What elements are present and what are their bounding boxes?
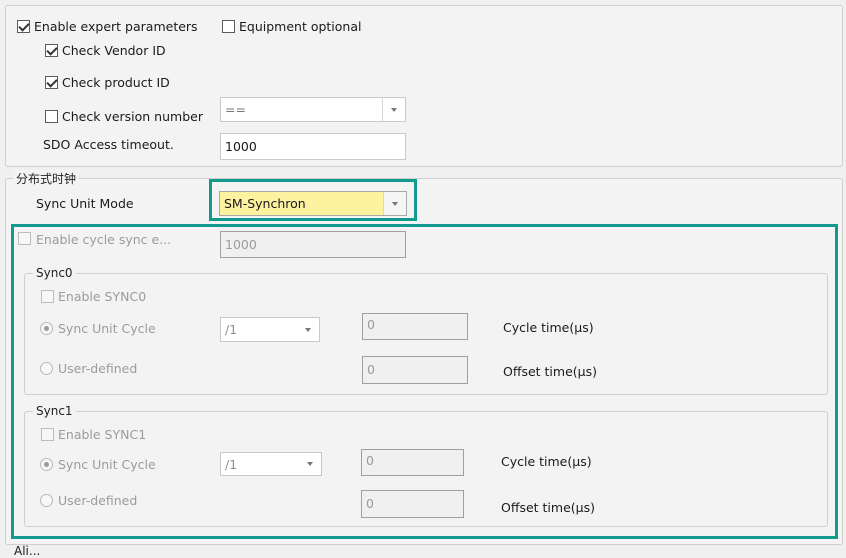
sync1-cycle-time-input[interactable]: 0: [361, 449, 464, 476]
sync-unit-mode-label: Sync Unit Mode: [36, 196, 134, 211]
check-version-number-label: Check version number: [62, 109, 203, 124]
enable-expert-parameters-label: Enable expert parameters: [34, 19, 198, 34]
check-vendor-id-checkbox[interactable]: [45, 44, 58, 57]
sdo-timeout-value: 1000: [225, 139, 257, 154]
check-version-number-checkbox[interactable]: [45, 110, 58, 123]
equipment-optional-label: Equipment optional: [239, 19, 362, 34]
sync1-offset-time-input[interactable]: 0: [361, 490, 464, 518]
sync1-offset-time-value: 0: [366, 496, 374, 511]
chevron-down-icon[interactable]: [383, 192, 406, 215]
sync1-cycle-time-label: Cycle time(µs): [501, 454, 592, 469]
sync0-cycle-time-label: Cycle time(µs): [503, 320, 594, 335]
next-group-title: Ali...: [14, 544, 41, 558]
enable-sync1-label: Enable SYNC1: [58, 427, 147, 442]
sync0-divider-select[interactable]: /1: [220, 317, 320, 342]
sync0-user-defined-radio[interactable]: [40, 362, 53, 375]
enable-cycle-sync-label: Enable cycle sync e...: [36, 232, 172, 247]
sync1-user-defined-radio[interactable]: [40, 494, 53, 507]
sync0-user-defined-label: User-defined: [58, 361, 138, 376]
sync0-divider-value: /1: [225, 322, 238, 337]
sync1-user-defined-label: User-defined: [58, 493, 138, 508]
check-product-id-label: Check product ID: [62, 75, 170, 90]
enable-sync0-label: Enable SYNC0: [58, 289, 147, 304]
version-compare-select[interactable]: ==: [220, 97, 406, 122]
sync0-sync-unit-cycle-label: Sync Unit Cycle: [58, 321, 156, 336]
dc-group-title: 分布式时钟: [13, 170, 80, 187]
cycle-sync-value: 1000: [225, 237, 257, 252]
sync1-offset-time-label: Offset time(µs): [501, 500, 595, 515]
sync0-offset-time-value: 0: [367, 362, 375, 377]
version-compare-value: ==: [225, 102, 246, 117]
enable-sync0-checkbox[interactable]: [41, 290, 54, 303]
enable-cycle-sync-checkbox[interactable]: [18, 232, 31, 245]
chevron-down-icon[interactable]: [382, 98, 405, 121]
cycle-sync-input[interactable]: 1000: [220, 231, 406, 258]
sync0-sync-unit-cycle-radio[interactable]: [40, 322, 53, 335]
equipment-optional-checkbox[interactable]: [222, 20, 235, 33]
sdo-timeout-label: SDO Access timeout.: [43, 137, 174, 152]
sync1-sync-unit-cycle-label: Sync Unit Cycle: [58, 457, 156, 472]
enable-expert-parameters-checkbox[interactable]: [17, 20, 30, 33]
sync0-cycle-time-value: 0: [367, 317, 375, 332]
sdo-timeout-input[interactable]: 1000: [220, 133, 406, 160]
check-vendor-id-label: Check Vendor ID: [62, 43, 166, 58]
sync1-title: Sync1: [33, 404, 76, 418]
sync0-cycle-time-input[interactable]: 0: [362, 313, 468, 340]
sync0-offset-time-label: Offset time(µs): [503, 364, 597, 379]
sync0-title: Sync0: [33, 266, 76, 280]
sync1-divider-select[interactable]: /1: [220, 452, 322, 476]
sync1-sync-unit-cycle-radio[interactable]: [40, 458, 53, 471]
sync-unit-mode-value: SM-Synchron: [224, 196, 306, 211]
sync-unit-mode-select[interactable]: SM-Synchron: [219, 191, 407, 216]
chevron-down-icon[interactable]: [297, 318, 319, 341]
sync0-offset-time-input[interactable]: 0: [362, 356, 468, 384]
sync1-cycle-time-value: 0: [366, 453, 374, 468]
sync1-divider-value: /1: [225, 456, 238, 472]
chevron-down-icon[interactable]: [299, 453, 321, 475]
enable-sync1-checkbox[interactable]: [41, 428, 54, 441]
check-product-id-checkbox[interactable]: [45, 76, 58, 89]
